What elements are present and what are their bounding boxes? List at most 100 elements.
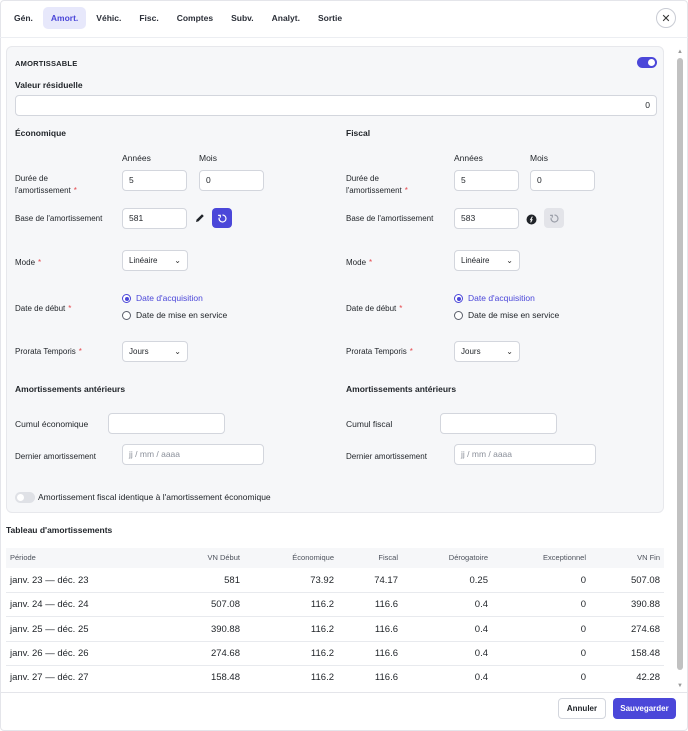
tab-general[interactable]: Gén. <box>6 7 41 29</box>
eco-duree-mois-input[interactable]: 0 <box>199 170 264 191</box>
scroll-thumb[interactable] <box>677 58 683 670</box>
eco-dernier-label: Dernier amortissement <box>15 452 96 461</box>
fisc-duree-mois-input[interactable]: 0 <box>530 170 595 191</box>
info-icon[interactable] <box>526 212 537 225</box>
cell-derogatoire: 0.4 <box>474 648 488 659</box>
eco-base-input[interactable]: 581 <box>122 208 187 229</box>
scroll-up-icon[interactable]: ▲ <box>676 48 684 56</box>
valeur-residuelle-input[interactable]: 0 <box>15 95 657 116</box>
eco-base-label: Base de l'amortissement <box>15 214 103 223</box>
tab-fiscalite[interactable]: Fisc. <box>131 7 166 29</box>
cell-periode: janv. 23 — déc. 23 <box>10 575 89 586</box>
edit-pencil-icon[interactable] <box>194 211 206 223</box>
eco-mois-label: Mois <box>199 153 217 163</box>
fisc-radio-acquisition[interactable] <box>454 294 463 303</box>
close-icon: ✕ <box>661 12 671 25</box>
col-exceptionnel: Exceptionnel <box>543 553 586 562</box>
fisc-prorata-label: Prorata Temporis * <box>346 347 413 356</box>
chevron-down-icon: ⌄ <box>174 347 181 356</box>
save-button[interactable]: Sauvegarder <box>613 698 676 719</box>
cell-fiscal: 116.6 <box>374 672 398 683</box>
eco-radio-service[interactable] <box>122 311 131 320</box>
cumul-economique-label: Cumul économique <box>15 419 89 429</box>
eco-dernier-date-input[interactable]: jj / mm / aaaa <box>122 444 264 465</box>
fisc-radio-service-label[interactable]: Date de mise en service <box>468 310 559 320</box>
amortissable-toggle[interactable] <box>637 57 657 68</box>
fisc-prorata-select[interactable]: Jours ⌄ <box>454 341 520 362</box>
cell-vn-debut: 390.88 <box>210 624 240 635</box>
cell-exceptionnel: 0 <box>580 575 586 586</box>
cell-periode: janv. 27 — déc. 27 <box>10 672 89 683</box>
fisc-annees-label: Années <box>454 153 483 163</box>
cumul-economique-input[interactable] <box>108 413 225 434</box>
cell-vn-debut: 581 <box>224 575 240 586</box>
tab-analytique[interactable]: Analyt. <box>264 7 308 29</box>
cell-fiscal: 116.6 <box>374 624 398 635</box>
cell-exceptionnel: 0 <box>580 599 586 610</box>
fisc-anterieurs-title: Amortissements antérieurs <box>346 384 457 394</box>
cell-vn-fin: 158.48 <box>630 648 660 659</box>
cell-derogatoire: 0.25 <box>469 575 489 586</box>
identique-toggle[interactable] <box>15 492 35 503</box>
fisc-radio-service[interactable] <box>454 311 463 320</box>
fisc-mode-label: Mode * <box>346 258 373 267</box>
eco-base-reset-button[interactable] <box>212 208 232 228</box>
fisc-mode-select[interactable]: Linéaire ⌄ <box>454 250 520 271</box>
identique-label[interactable]: Amortissement fiscal identique à l'amort… <box>38 491 271 503</box>
eco-radio-acquisition[interactable] <box>122 294 131 303</box>
cumul-fiscal-input[interactable] <box>440 413 557 434</box>
tab-vehicule[interactable]: Véhic. <box>88 7 129 29</box>
chevron-down-icon: ⌄ <box>174 256 181 265</box>
table-header: Période VN Début Économique Fiscal Dérog… <box>6 548 664 568</box>
cell-periode: janv. 25 — déc. 25 <box>10 624 89 635</box>
table-row: janv. 24 — déc. 24 507.08 116.2 116.6 0.… <box>6 593 664 617</box>
economique-title: Économique <box>15 128 67 138</box>
cell-derogatoire: 0.4 <box>474 624 488 635</box>
eco-duree-annees-input[interactable]: 5 <box>122 170 187 191</box>
amortissable-label: AMORTISSABLE <box>15 59 78 68</box>
refresh-icon <box>217 213 227 223</box>
cell-periode: janv. 24 — déc. 24 <box>10 599 89 610</box>
cell-economique: 116.2 <box>310 648 334 659</box>
cell-vn-fin: 507.08 <box>630 575 660 586</box>
eco-prorata-select[interactable]: Jours ⌄ <box>122 341 188 362</box>
fisc-duree-annees-input[interactable]: 5 <box>454 170 519 191</box>
col-vn-fin: VN Fin <box>637 553 660 562</box>
scrollbar[interactable]: ▲ ▼ <box>676 48 684 692</box>
fisc-base-reset-button[interactable] <box>544 208 564 228</box>
eco-mode-select[interactable]: Linéaire ⌄ <box>122 250 188 271</box>
chevron-down-icon: ⌄ <box>506 256 513 265</box>
fisc-date-debut-label: Date de début * <box>346 304 403 313</box>
fisc-base-input[interactable]: 583 <box>454 208 519 229</box>
cell-vn-fin: 42.28 <box>636 672 660 683</box>
tab-comptes[interactable]: Comptes <box>169 7 221 29</box>
close-button[interactable]: ✕ <box>656 8 676 28</box>
cell-fiscal: 116.6 <box>374 599 398 610</box>
tableau-title: Tableau d'amortissements <box>6 525 113 535</box>
tab-sortie[interactable]: Sortie <box>310 7 350 29</box>
col-fiscal: Fiscal <box>378 553 398 562</box>
tab-subvention[interactable]: Subv. <box>223 7 262 29</box>
fisc-dernier-date-input[interactable]: jj / mm / aaaa <box>454 444 596 465</box>
fisc-radio-acquisition-label[interactable]: Date d'acquisition <box>468 293 535 303</box>
cell-fiscal: 116.6 <box>374 648 398 659</box>
tab-amortissement[interactable]: Amort. <box>42 7 87 29</box>
table-row: janv. 27 — déc. 27 158.48 116.2 116.6 0.… <box>6 666 664 690</box>
eco-date-debut-label: Date de début * <box>15 304 72 313</box>
cumul-fiscal-label: Cumul fiscal <box>346 419 393 429</box>
eco-annees-label: Années <box>122 153 151 163</box>
fisc-duree-label: Durée de l'amortissement * <box>346 174 408 195</box>
cell-economique: 73.92 <box>310 575 334 586</box>
eco-radio-service-label[interactable]: Date de mise en service <box>136 310 227 320</box>
eco-radio-acquisition-label[interactable]: Date d'acquisition <box>136 293 203 303</box>
cancel-button[interactable]: Annuler <box>558 698 606 719</box>
amortissement-card: AMORTISSABLE Valeur résiduelle 0 Économi… <box>6 46 664 513</box>
cell-derogatoire: 0.4 <box>474 599 488 610</box>
footer-divider <box>0 692 688 693</box>
cell-vn-fin: 274.68 <box>630 624 660 635</box>
valeur-residuelle-label: Valeur résiduelle <box>15 80 83 90</box>
cell-economique: 116.2 <box>310 599 334 610</box>
fisc-mois-label: Mois <box>530 153 548 163</box>
scroll-down-icon[interactable]: ▼ <box>676 682 684 690</box>
tab-bar: Gén. Amort. Véhic. Fisc. Comptes Subv. A… <box>6 7 350 29</box>
